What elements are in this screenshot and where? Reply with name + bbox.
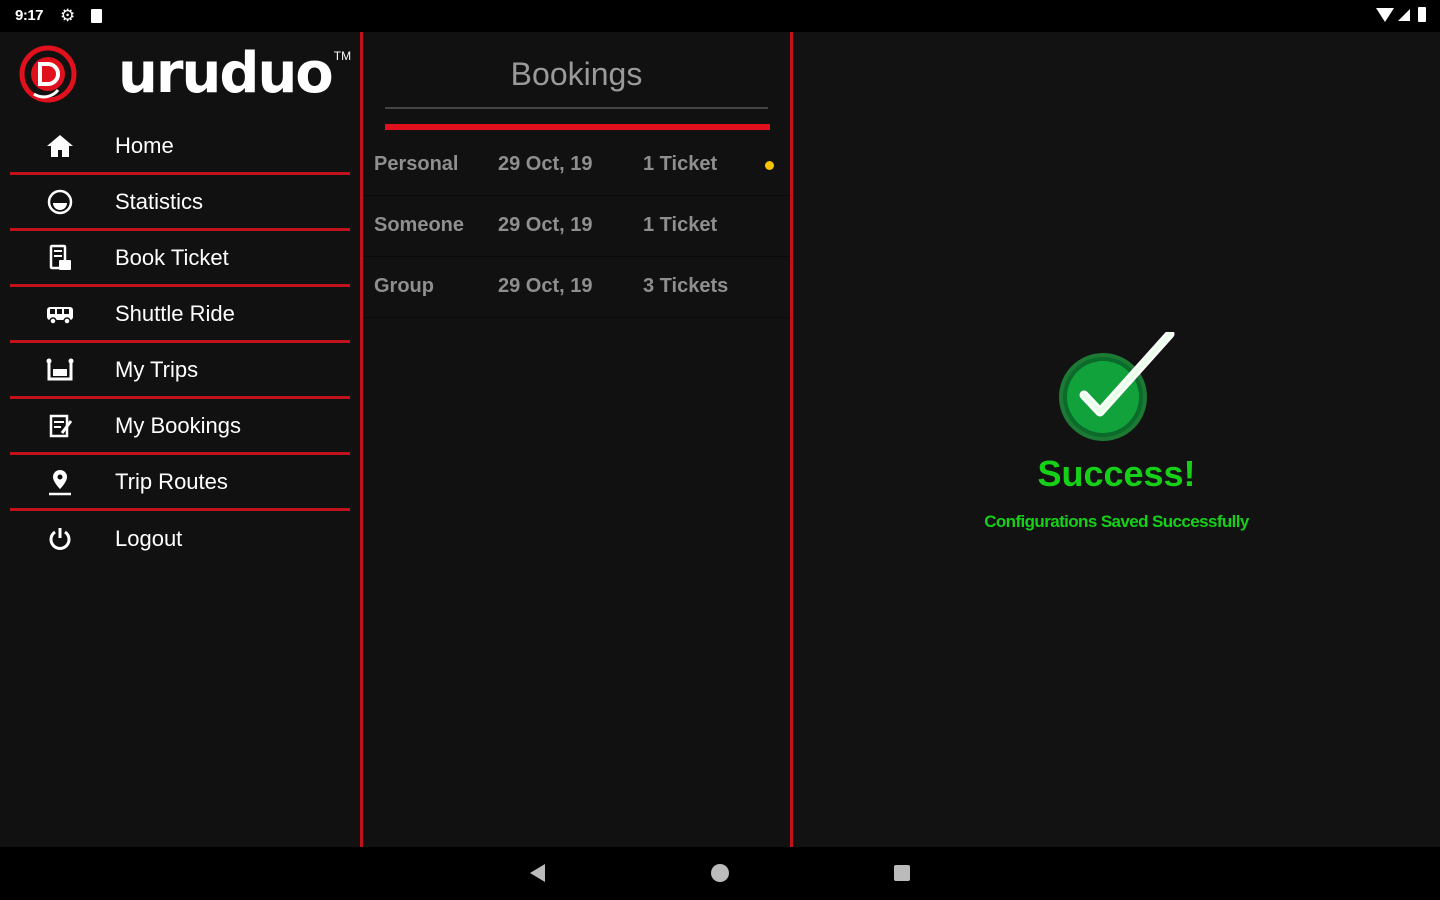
sidebar-item-label: My Trips bbox=[115, 356, 199, 382]
system-nav-bar bbox=[0, 847, 1440, 900]
booking-type: Group bbox=[374, 275, 434, 297]
sidebar-nav: Home Statistics Book Ticket Shuttle Ride bbox=[10, 119, 350, 567]
brand-trademark: TM bbox=[333, 49, 352, 63]
sidebar-item-logout[interactable]: Logout bbox=[10, 511, 350, 567]
sidebar-item-shuttle-ride[interactable]: Shuttle Ride bbox=[10, 287, 350, 343]
sidebar-item-label: Home bbox=[115, 132, 174, 158]
sidebar-item-label: Shuttle Ride bbox=[115, 300, 235, 326]
sidebar-item-home[interactable]: Home bbox=[10, 119, 350, 175]
status-time: 9:17 bbox=[15, 7, 44, 24]
wifi-icon bbox=[1376, 7, 1394, 22]
sidebar-item-label: Trip Routes bbox=[115, 468, 228, 494]
back-button[interactable] bbox=[530, 864, 545, 882]
sidebar-item-label: Logout bbox=[115, 526, 183, 551]
uruduo-logo-icon bbox=[19, 45, 77, 103]
sidebar-item-my-bookings[interactable]: My Bookings bbox=[10, 399, 350, 455]
sidebar-item-label: Statistics bbox=[115, 188, 204, 214]
brand-name: uruduo bbox=[118, 41, 334, 106]
booking-type: Personal bbox=[374, 153, 459, 175]
booking-ticket-count: 1 Ticket bbox=[643, 153, 718, 175]
sidebar-item-my-trips[interactable]: My Trips bbox=[10, 343, 350, 399]
unread-indicator bbox=[765, 161, 774, 170]
map-pin-icon bbox=[10, 467, 110, 497]
status-bar: 9:17 ⚙ bbox=[0, 0, 1440, 32]
cell-signal-icon bbox=[1398, 8, 1410, 21]
sidebar-item-label: Book Ticket bbox=[115, 244, 229, 270]
bookings-panel: Bookings Personal 29 Oct, 19 1 Ticket So… bbox=[363, 32, 790, 847]
sidebar-item-book-ticket[interactable]: Book Ticket bbox=[10, 231, 350, 287]
sidebar: uruduo TM Home Statistics Book Ticket Sh… bbox=[0, 32, 360, 847]
accent-bar bbox=[385, 124, 770, 130]
sidebar-item-trip-routes[interactable]: Trip Routes bbox=[10, 455, 350, 511]
success-title: Success! bbox=[1037, 453, 1196, 494]
bookings-list: Personal 29 Oct, 19 1 Ticket Someone 29 … bbox=[363, 135, 790, 318]
success-panel: Success! Configurations Saved Successful… bbox=[793, 32, 1440, 847]
booking-type: Someone bbox=[374, 214, 465, 236]
booking-date: 29 Oct, 19 bbox=[498, 275, 593, 297]
sd-card-icon bbox=[91, 9, 102, 23]
bus-icon bbox=[10, 299, 110, 329]
booking-date: 29 Oct, 19 bbox=[498, 214, 593, 236]
power-icon bbox=[10, 524, 110, 554]
booking-ticket-count: 1 Ticket bbox=[643, 214, 718, 236]
title-divider bbox=[385, 107, 768, 109]
bookings-icon bbox=[10, 411, 110, 441]
home-icon bbox=[10, 131, 110, 161]
home-button[interactable] bbox=[711, 864, 729, 882]
booking-row[interactable]: Someone 29 Oct, 19 1 Ticket bbox=[363, 196, 790, 257]
app-screen: 9:17 ⚙ uruduo TM Home Statistics Book Ti… bbox=[0, 0, 1440, 900]
sidebar-item-statistics[interactable]: Statistics bbox=[10, 175, 350, 231]
booking-row[interactable]: Group 29 Oct, 19 3 Tickets bbox=[363, 257, 790, 318]
booking-ticket-count: 3 Tickets bbox=[643, 275, 729, 297]
sidebar-item-label: My Bookings bbox=[115, 412, 241, 438]
brand-logo[interactable]: uruduo TM bbox=[18, 44, 351, 104]
book-ticket-icon bbox=[10, 243, 110, 273]
booking-date: 29 Oct, 19 bbox=[498, 153, 593, 175]
success-check-icon bbox=[1059, 332, 1175, 441]
statistics-icon bbox=[10, 187, 110, 217]
recent-apps-button[interactable] bbox=[894, 865, 910, 881]
success-message: Configurations Saved Successfully bbox=[984, 512, 1249, 531]
status-indicators bbox=[1376, 7, 1426, 22]
battery-icon bbox=[1418, 7, 1426, 22]
trips-icon bbox=[10, 355, 110, 385]
settings-gear-icon: ⚙ bbox=[60, 6, 76, 25]
page-title: Bookings bbox=[510, 56, 643, 92]
booking-row[interactable]: Personal 29 Oct, 19 1 Ticket bbox=[363, 135, 790, 196]
